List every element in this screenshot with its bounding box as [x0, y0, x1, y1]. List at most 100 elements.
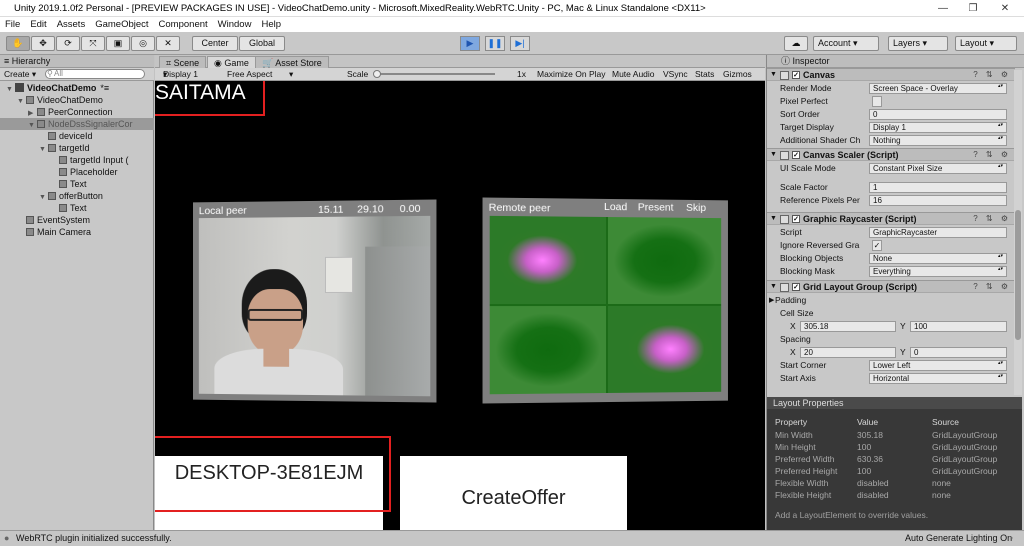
- hierarchy-item[interactable]: ▼ NodeDssSignalerCor: [0, 118, 154, 130]
- scale-tool-icon[interactable]: ⤧: [81, 36, 105, 51]
- field-input[interactable]: 1: [869, 182, 1007, 193]
- expand-arrow-icon[interactable]: ▶: [28, 108, 37, 118]
- hierarchy-item[interactable]: Text: [0, 202, 154, 214]
- pause-button[interactable]: ❚❚: [485, 36, 505, 51]
- minimize-button[interactable]: —: [928, 0, 958, 17]
- component-header-scaler[interactable]: ▼ ✓ Canvas Scaler (Script)? ⇅ ⚙: [767, 148, 1015, 161]
- hierarchy-item[interactable]: ▼ offerButton: [0, 190, 154, 202]
- hierarchy-item[interactable]: ▼ targetId: [0, 142, 154, 154]
- mute-audio-toggle[interactable]: Mute Audio: [612, 68, 655, 81]
- x-input[interactable]: 305.18: [800, 321, 896, 332]
- menu-window[interactable]: Window: [213, 17, 257, 32]
- gizmos-dropdown[interactable]: Gizmos: [723, 68, 752, 81]
- field-dropdown[interactable]: Nothing: [869, 135, 1007, 146]
- scene-options[interactable]: *≡: [96, 83, 109, 93]
- component-enabled-checkbox[interactable]: ✓: [792, 151, 800, 159]
- hierarchy-item[interactable]: deviceId: [0, 130, 154, 142]
- field-input[interactable]: 0: [869, 109, 1007, 120]
- hierarchy-tab[interactable]: ≡ Hierarchy: [0, 55, 154, 68]
- component-enabled-checkbox[interactable]: ✓: [792, 283, 800, 291]
- field-dropdown[interactable]: Everything: [869, 266, 1007, 277]
- status-message[interactable]: WebRTC plugin initialized successfully.: [16, 531, 172, 546]
- transform-tool-icon[interactable]: ◎: [131, 36, 155, 51]
- expand-arrow-icon[interactable]: ▼: [39, 144, 48, 154]
- field-input[interactable]: GraphicRaycaster: [869, 227, 1007, 238]
- load-button[interactable]: Load: [604, 201, 627, 213]
- x-input[interactable]: 20: [800, 347, 896, 358]
- rect-tool-icon[interactable]: ▣: [106, 36, 130, 51]
- field-input[interactable]: 16: [869, 195, 1007, 206]
- move-tool-icon[interactable]: ✥: [31, 36, 55, 51]
- component-menu-icons[interactable]: ? ⇅ ⚙: [973, 149, 1011, 161]
- cloud-icon[interactable]: ☁: [784, 36, 808, 51]
- hierarchy-item[interactable]: ▶ PeerConnection: [0, 106, 154, 118]
- maximize-on-play-toggle[interactable]: Maximize On Play: [537, 68, 606, 81]
- device-name-highlight: [155, 81, 265, 116]
- create-offer-button[interactable]: CreateOffer: [400, 456, 627, 530]
- menu-edit[interactable]: Edit: [25, 17, 51, 32]
- hierarchy-item[interactable]: ▼ VideoChatDemo *≡: [0, 82, 154, 94]
- play-button[interactable]: ▶: [460, 36, 480, 51]
- expand-arrow-icon[interactable]: ▼: [28, 120, 37, 130]
- component-menu-icons[interactable]: ? ⇅ ⚙: [973, 69, 1011, 81]
- hierarchy-item[interactable]: ▼ VideoChatDemo: [0, 94, 154, 106]
- expand-arrow-icon[interactable]: ▼: [17, 96, 26, 106]
- skip-button[interactable]: Skip: [686, 202, 706, 214]
- hierarchy-item[interactable]: Placeholder: [0, 166, 154, 178]
- layers-dropdown[interactable]: Layers ▾: [888, 36, 948, 51]
- layout-dropdown[interactable]: Layout ▾: [955, 36, 1017, 51]
- tab-asset-store[interactable]: 🛒 Asset Store: [255, 56, 329, 68]
- field-dropdown[interactable]: Display 1: [869, 122, 1007, 133]
- y-input[interactable]: 0: [910, 347, 1007, 358]
- stats-toggle[interactable]: Stats: [695, 68, 714, 81]
- step-button[interactable]: ▶|: [510, 36, 530, 51]
- start-corner-dropdown[interactable]: Lower Left: [869, 360, 1007, 371]
- scale-slider-handle[interactable]: [373, 70, 381, 78]
- menu-component[interactable]: Component: [154, 17, 213, 32]
- pivot-global-toggle[interactable]: Global: [239, 36, 285, 51]
- scale-slider[interactable]: [375, 73, 495, 75]
- hierarchy-item[interactable]: Text: [0, 178, 154, 190]
- component-header-canvas[interactable]: ▼ ✓ Canvas? ⇅ ⚙: [767, 68, 1015, 81]
- inspector-tab[interactable]: ⓘ Inspector: [767, 55, 1024, 68]
- expand-arrow-icon[interactable]: ▼: [39, 192, 48, 202]
- display-dropdown[interactable]: Display 1 ▾: [163, 68, 198, 81]
- account-dropdown[interactable]: Account ▾: [813, 36, 879, 51]
- expand-arrow-icon[interactable]: ▼: [6, 84, 15, 94]
- rotate-tool-icon[interactable]: ⟳: [56, 36, 80, 51]
- field-checkbox[interactable]: ✓: [872, 240, 882, 251]
- tab-scene[interactable]: ⌗ Scene: [159, 56, 207, 68]
- component-header-raycaster[interactable]: ▼ ✓ Graphic Raycaster (Script)? ⇅ ⚙: [767, 212, 1015, 225]
- pivot-center-toggle[interactable]: Center: [192, 36, 238, 51]
- y-input[interactable]: 100: [910, 321, 1007, 332]
- create-dropdown[interactable]: Create ▾: [4, 68, 36, 81]
- present-button[interactable]: Present: [638, 201, 674, 213]
- tab-game[interactable]: ◉ Game: [207, 56, 256, 68]
- component-header-grid[interactable]: ▼ ✓ Grid Layout Group (Script)? ⇅ ⚙: [767, 280, 1015, 293]
- restore-button[interactable]: ❐: [958, 0, 988, 17]
- menu-help[interactable]: Help: [256, 17, 286, 32]
- start-axis-dropdown[interactable]: Horizontal: [869, 373, 1007, 384]
- menu-file[interactable]: File: [0, 17, 25, 32]
- field-dropdown[interactable]: Constant Pixel Size: [869, 163, 1007, 174]
- component-menu-icons[interactable]: ? ⇅ ⚙: [973, 213, 1011, 225]
- hierarchy-item[interactable]: targetId Input (: [0, 154, 154, 166]
- component-enabled-checkbox[interactable]: ✓: [792, 215, 800, 223]
- inspector-scrollbar[interactable]: [1014, 70, 1022, 395]
- menu-assets[interactable]: Assets: [52, 17, 91, 32]
- hand-tool-icon[interactable]: ✋: [6, 36, 30, 51]
- close-button[interactable]: ✕: [990, 0, 1020, 17]
- field-dropdown[interactable]: None: [869, 253, 1007, 264]
- component-enabled-checkbox[interactable]: ✓: [792, 71, 800, 79]
- menu-gameobject[interactable]: GameObject: [90, 17, 153, 32]
- custom-tool-icon[interactable]: ✕: [156, 36, 180, 51]
- hierarchy-item[interactable]: EventSystem: [0, 214, 154, 226]
- field-dropdown[interactable]: Screen Space - Overlay: [869, 83, 1007, 94]
- vsync-toggle[interactable]: VSync: [663, 68, 688, 81]
- inspector-scrollbar-thumb[interactable]: [1015, 210, 1021, 340]
- component-menu-icons[interactable]: ? ⇅ ⚙: [973, 281, 1011, 293]
- field-checkbox[interactable]: [872, 96, 882, 107]
- foldout-arrow-icon[interactable]: ▶: [769, 294, 774, 307]
- hierarchy-item[interactable]: Main Camera: [0, 226, 154, 238]
- hierarchy-search-input[interactable]: ⚲ All: [45, 69, 145, 79]
